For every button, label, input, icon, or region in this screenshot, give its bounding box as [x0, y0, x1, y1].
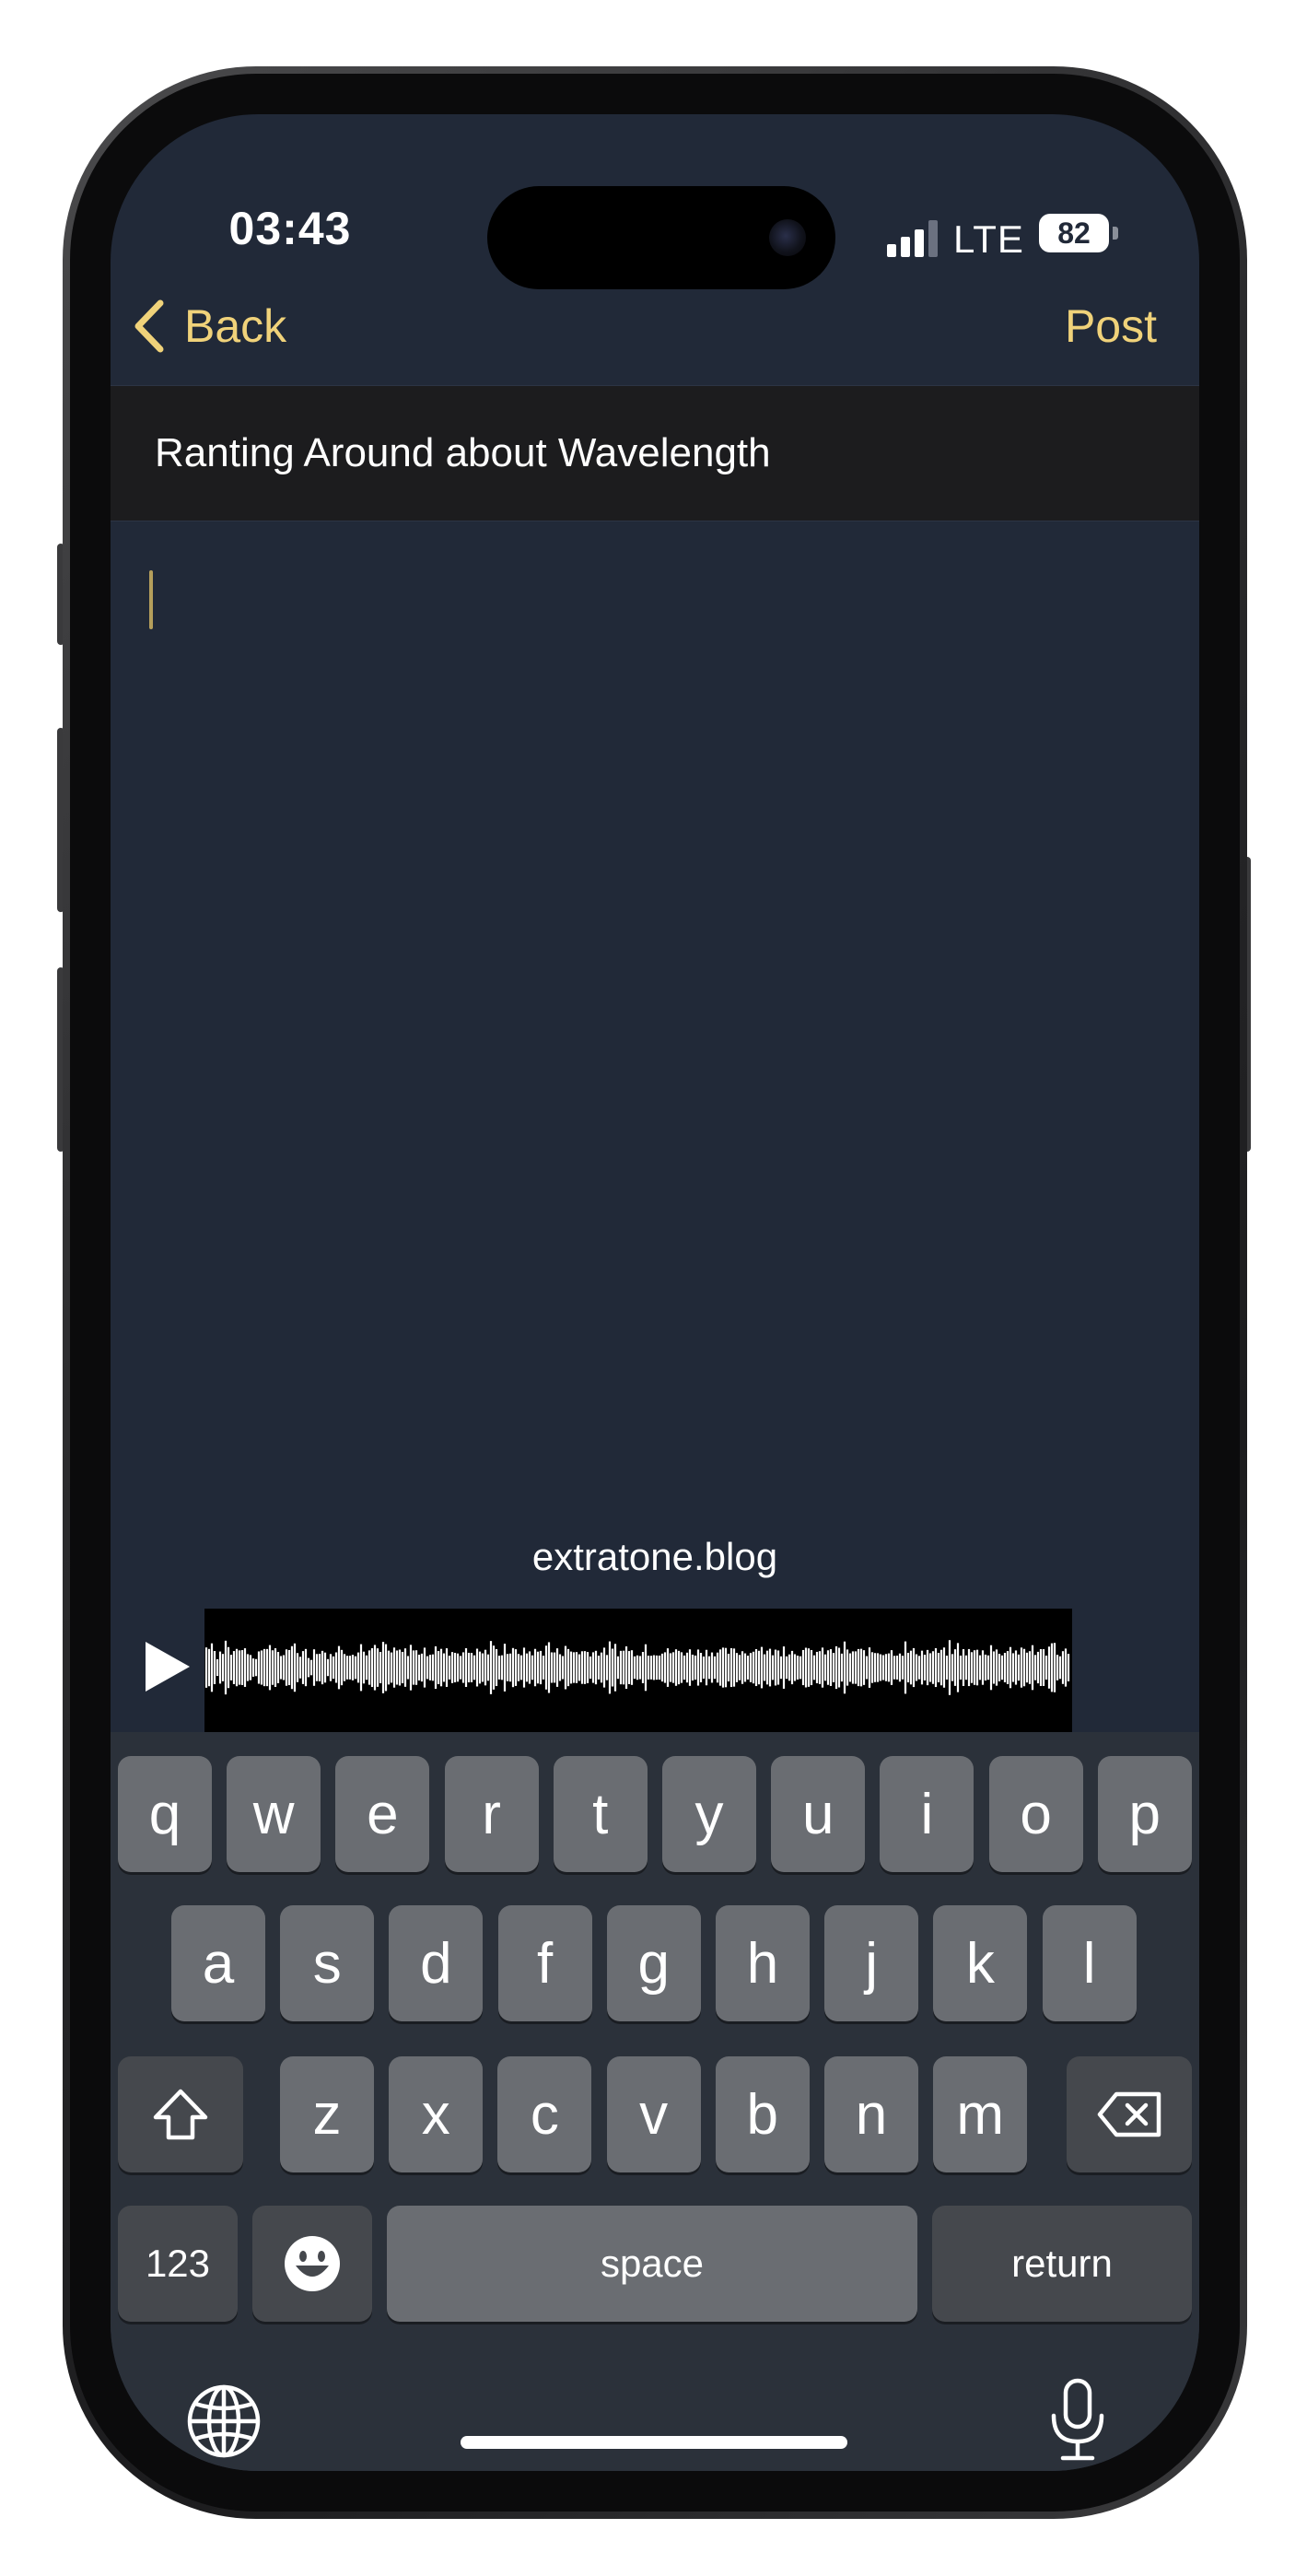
key-x[interactable]: x	[389, 2056, 484, 2172]
space-key[interactable]: space	[387, 2206, 917, 2322]
numbers-key[interactable]: 123	[118, 2206, 238, 2322]
key-r[interactable]: r	[444, 1756, 539, 1872]
key-h[interactable]: h	[716, 1905, 810, 2021]
key-w[interactable]: w	[227, 1756, 321, 1872]
key-z[interactable]: z	[280, 2056, 374, 2172]
key-p[interactable]: p	[1097, 1756, 1192, 1872]
shift-key[interactable]	[118, 2056, 243, 2172]
key-l[interactable]: l	[1042, 1905, 1137, 2021]
key-j[interactable]: j	[824, 1905, 919, 2021]
screen: 03:43 LTE 82 Back Post Ranting Around ab…	[111, 114, 1199, 2471]
key-d[interactable]: d	[389, 1905, 484, 2021]
shift-icon	[153, 2089, 208, 2140]
key-t[interactable]: t	[553, 1756, 648, 1872]
audio-waveform[interactable]	[204, 1609, 1072, 1732]
chevron-left-icon	[134, 299, 164, 353]
globe-icon[interactable]	[186, 2383, 262, 2459]
microphone-icon[interactable]	[1048, 2377, 1107, 2464]
dynamic-island	[487, 186, 835, 289]
post-body-editor[interactable]	[111, 522, 1199, 1536]
key-v[interactable]: v	[606, 2056, 701, 2172]
network-type: LTE	[953, 217, 1024, 261]
back-label: Back	[184, 300, 287, 352]
camera-lens	[769, 219, 806, 256]
phone-bezel: 03:43 LTE 82 Back Post Ranting Around ab…	[70, 74, 1240, 2512]
text-cursor	[149, 570, 153, 629]
emoji-key[interactable]	[252, 2206, 372, 2322]
post-title-field[interactable]: Ranting Around about Wavelength	[111, 385, 1199, 521]
key-s[interactable]: s	[280, 1905, 375, 2021]
key-n[interactable]: n	[824, 2056, 918, 2172]
delete-key[interactable]	[1067, 2056, 1192, 2172]
return-key[interactable]: return	[932, 2206, 1192, 2322]
key-f[interactable]: f	[497, 1905, 592, 2021]
battery-icon: 82	[1039, 214, 1109, 252]
key-m[interactable]: m	[933, 2056, 1028, 2172]
key-a[interactable]: a	[171, 1905, 265, 2021]
battery-cap	[1113, 227, 1118, 240]
key-y[interactable]: y	[662, 1756, 756, 1872]
status-time: 03:43	[228, 203, 352, 254]
key-q[interactable]: q	[118, 1756, 212, 1872]
post-button[interactable]: Post	[1065, 280, 1157, 372]
key-e[interactable]: e	[335, 1756, 430, 1872]
key-c[interactable]: c	[497, 2056, 592, 2172]
phone-frame: 03:43 LTE 82 Back Post Ranting Around ab…	[63, 66, 1247, 2519]
page: 03:43 LTE 82 Back Post Ranting Around ab…	[0, 0, 1307, 2576]
key-g[interactable]: g	[606, 1905, 701, 2021]
key-k[interactable]: k	[933, 1905, 1028, 2021]
play-icon[interactable]	[134, 1634, 199, 1699]
emoji-icon	[285, 2236, 340, 2291]
cellular-signal-icon	[887, 220, 942, 257]
battery-level: 82	[1057, 217, 1091, 250]
waveform-graphic	[204, 1640, 1070, 1695]
key-o[interactable]: o	[988, 1756, 1083, 1872]
backspace-icon	[1097, 2091, 1161, 2137]
home-indicator[interactable]	[461, 2436, 847, 2449]
key-u[interactable]: u	[771, 1756, 866, 1872]
software-keyboard: qwertyuiop asdfghjkl zxcvbnm 123 space r…	[111, 1732, 1199, 2471]
key-i[interactable]: i	[880, 1756, 974, 1872]
audio-source-caption: extratone.blog	[531, 1535, 778, 1578]
key-b[interactable]: b	[715, 2056, 810, 2172]
back-button[interactable]: Back	[131, 280, 286, 372]
